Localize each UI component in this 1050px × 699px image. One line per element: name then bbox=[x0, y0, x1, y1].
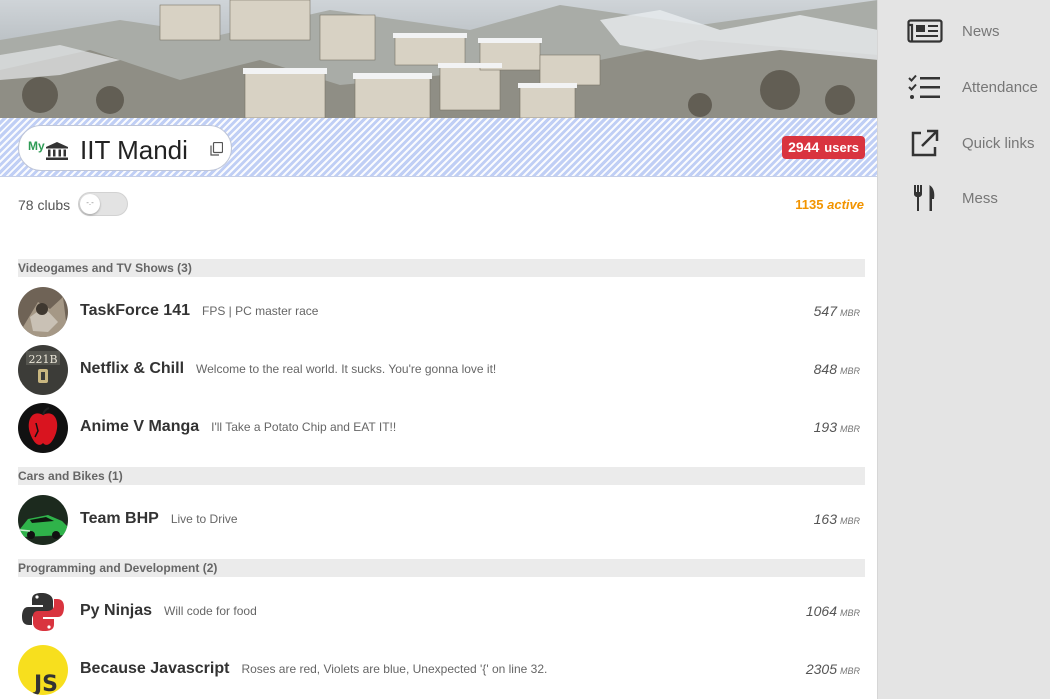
institution-icon bbox=[46, 142, 68, 165]
institute-banner: My IIT Mandi 2944 users bbox=[0, 118, 877, 177]
sidebar-item-quick-links[interactable]: Quick links bbox=[879, 123, 1050, 163]
member-count: 193 MBR bbox=[814, 419, 860, 435]
club-title: Anime V Manga bbox=[80, 418, 200, 435]
sidebar-item-attendance[interactable]: Attendance bbox=[879, 67, 1050, 107]
club-row-because-javascript[interactable]: JS Because Javascript Roses are red, Viol… bbox=[18, 643, 865, 697]
category-header: Programming and Development (2) bbox=[18, 559, 865, 577]
member-count: 547 MBR bbox=[814, 303, 860, 319]
clubs-view-toggle[interactable]: -.- bbox=[78, 192, 128, 216]
users-count: 2944 bbox=[788, 139, 820, 155]
club-row-netflix-chill[interactable]: 221B Netflix & Chill Welcome to the real … bbox=[18, 343, 865, 397]
club-avatar: 221B bbox=[18, 345, 68, 395]
member-number: 1064 bbox=[805, 603, 837, 619]
member-number: 193 bbox=[813, 419, 837, 435]
clubs-count: 78 clubs bbox=[18, 197, 71, 213]
active-label: active bbox=[827, 197, 864, 212]
newspaper-icon bbox=[907, 17, 943, 45]
club-title: Team BHP bbox=[80, 510, 159, 527]
copy-icon[interactable] bbox=[210, 141, 224, 161]
member-label: MBR bbox=[840, 424, 860, 434]
fork-knife-icon bbox=[907, 184, 943, 212]
institute-selector[interactable]: My IIT Mandi bbox=[18, 125, 232, 171]
main-panel: My IIT Mandi 2944 users 78 clubs -.- 113… bbox=[0, 0, 878, 699]
avatar-221b-text: 221B bbox=[28, 353, 57, 366]
club-avatar bbox=[18, 403, 68, 453]
member-label: MBR bbox=[840, 308, 860, 318]
users-label: users bbox=[824, 140, 859, 155]
club-name: Team BHP Live to Drive bbox=[80, 510, 238, 528]
club-description: FPS | PC master race bbox=[202, 304, 319, 318]
member-number: 547 bbox=[813, 303, 837, 319]
member-count: 848 MBR bbox=[814, 361, 860, 377]
club-avatar: JS bbox=[18, 645, 68, 695]
club-avatar bbox=[18, 495, 68, 545]
member-number: 163 bbox=[813, 511, 837, 527]
active-count: 1135 active bbox=[795, 197, 864, 212]
club-title: Because Javascript bbox=[80, 660, 230, 677]
club-row-py-ninjas[interactable]: Py Ninjas Will code for food 1064 MBR bbox=[18, 585, 865, 639]
cover-image bbox=[0, 0, 877, 118]
member-count: 1064 MBR bbox=[806, 603, 860, 619]
sidebar-item-label: Quick links bbox=[962, 135, 1035, 152]
member-count: 163 MBR bbox=[814, 511, 860, 527]
club-description: I'll Take a Potato Chip and EAT IT!! bbox=[211, 420, 397, 434]
external-link-icon bbox=[907, 129, 943, 157]
sidebar: News Attendance Quick links Mess bbox=[879, 0, 1050, 699]
club-name: TaskForce 141 FPS | PC master race bbox=[80, 302, 318, 320]
club-title: Py Ninjas bbox=[80, 602, 153, 619]
member-label: MBR bbox=[840, 608, 860, 618]
member-number: 2305 bbox=[805, 661, 837, 677]
member-label: MBR bbox=[840, 516, 860, 526]
club-description: Welcome to the real world. It sucks. You… bbox=[196, 362, 497, 376]
sidebar-item-label: Mess bbox=[962, 190, 998, 207]
sidebar-item-news[interactable]: News bbox=[879, 11, 1050, 51]
my-label: My bbox=[28, 139, 45, 153]
club-avatar bbox=[18, 287, 68, 337]
club-name: Netflix & Chill Welcome to the real world… bbox=[80, 360, 496, 378]
club-row-team-bhp[interactable]: Team BHP Live to Drive 163 MBR bbox=[18, 493, 865, 547]
club-description: Roses are red, Violets are blue, Unexpec… bbox=[241, 662, 548, 676]
toggle-knob: -.- bbox=[80, 194, 100, 214]
club-description: Will code for food bbox=[164, 604, 257, 618]
club-avatar bbox=[18, 587, 68, 637]
member-count: 2305 MBR bbox=[806, 661, 860, 677]
club-name: Because Javascript Roses are red, Violets… bbox=[80, 660, 547, 678]
sidebar-item-label: News bbox=[962, 23, 1000, 40]
member-number: 848 bbox=[813, 361, 837, 377]
institute-name: IIT Mandi bbox=[80, 135, 188, 165]
sidebar-item-mess[interactable]: Mess bbox=[879, 178, 1050, 218]
category-header: Videogames and TV Shows (3) bbox=[18, 259, 865, 277]
active-number: 1135 bbox=[795, 197, 824, 212]
checklist-icon bbox=[907, 73, 943, 101]
club-name: Anime V Manga I'll Take a Potato Chip and… bbox=[80, 418, 396, 436]
sidebar-item-label: Attendance bbox=[962, 79, 1038, 96]
club-row-taskforce-141[interactable]: TaskForce 141 FPS | PC master race 547 MBR bbox=[18, 285, 865, 339]
club-title: Netflix & Chill bbox=[80, 360, 185, 377]
club-description: Live to Drive bbox=[170, 512, 238, 526]
member-label: MBR bbox=[840, 666, 860, 676]
category-header: Cars and Bikes (1) bbox=[18, 467, 865, 485]
avatar-js-text: JS bbox=[32, 672, 58, 695]
club-title: TaskForce 141 bbox=[80, 302, 190, 319]
member-label: MBR bbox=[840, 366, 860, 376]
club-row-anime-v-manga[interactable]: Anime V Manga I'll Take a Potato Chip and… bbox=[18, 401, 865, 455]
club-name: Py Ninjas Will code for food bbox=[80, 602, 257, 620]
users-count-badge: 2944 users bbox=[782, 136, 865, 159]
